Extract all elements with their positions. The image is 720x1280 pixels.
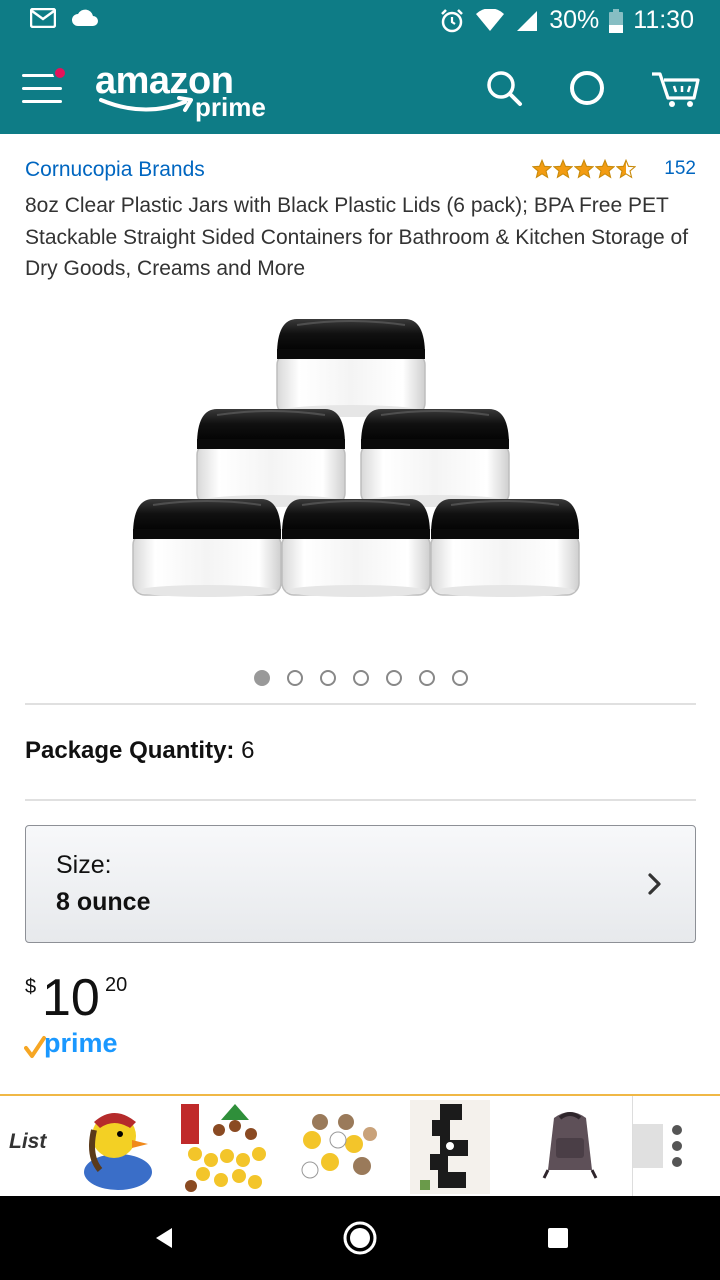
recents-icon[interactable] (538, 1218, 578, 1258)
star-icon (595, 159, 616, 179)
rating[interactable]: 152 (532, 158, 696, 180)
rating-stars (532, 159, 637, 179)
list-thumbnail[interactable] (290, 1100, 390, 1194)
product-image[interactable] (106, 295, 614, 641)
logo-prime-text: prime (195, 92, 266, 122)
package-quantity: Package Quantity: 6 (25, 737, 254, 765)
price-fraction: 20 (105, 974, 128, 996)
carousel-dot[interactable] (452, 670, 468, 686)
carousel-dot[interactable] (386, 670, 402, 686)
package-quantity-label: Package Quantity: (25, 737, 235, 764)
clock: 11:30 (633, 6, 694, 34)
status-bar: 30% 11:30 (0, 0, 720, 44)
divider (25, 799, 696, 801)
wifi-icon (475, 8, 505, 33)
star-icon (553, 159, 574, 179)
list-more-button[interactable] (632, 1096, 720, 1196)
package-quantity-value: 6 (241, 737, 255, 764)
cart-icon[interactable] (650, 68, 702, 108)
prime-badge: prime (24, 1028, 124, 1065)
star-icon (616, 159, 637, 179)
price-currency: $ (25, 976, 37, 998)
star-icon (532, 159, 553, 179)
price-whole: 10 (42, 969, 100, 1027)
star-icon (574, 159, 595, 179)
size-selector[interactable]: Size: 8 ounce (25, 825, 696, 943)
alexa-icon[interactable] (567, 68, 607, 108)
list-strip: List (0, 1094, 720, 1196)
prime-badge-text: prime (44, 1028, 118, 1058)
size-label: Size: (56, 851, 112, 879)
list-thumbnail[interactable] (175, 1100, 275, 1194)
amazon-prime-logo[interactable]: amazon prime (95, 60, 280, 122)
list-thumbnail[interactable] (410, 1100, 490, 1194)
product-title: 8oz Clear Plastic Jars with Black Plasti… (25, 194, 689, 280)
rating-count: 152 (664, 158, 696, 179)
smile-icon (99, 96, 193, 112)
menu-button[interactable] (22, 66, 68, 110)
app-header: amazon prime (0, 44, 720, 134)
battery-percent: 30% (549, 6, 600, 34)
carousel-dot[interactable] (419, 670, 435, 686)
list-thumbnail[interactable] (70, 1100, 170, 1194)
carousel-dot[interactable] (353, 670, 369, 686)
back-icon[interactable] (146, 1218, 186, 1258)
alarm-icon (439, 8, 465, 34)
brand-link[interactable]: Cornucopia Brands (25, 158, 205, 182)
home-icon[interactable] (340, 1218, 380, 1258)
signal-icon (515, 9, 539, 33)
notification-dot (53, 66, 67, 80)
chevron-right-icon (648, 873, 661, 895)
image-carousel-dots[interactable] (254, 670, 468, 686)
carousel-dot[interactable] (287, 670, 303, 686)
system-nav-bar (0, 1196, 720, 1280)
divider (25, 703, 696, 705)
list-thumbnail[interactable] (520, 1100, 620, 1194)
carousel-dot[interactable] (320, 670, 336, 686)
list-label: List (9, 1130, 47, 1153)
carousel-dot[interactable] (254, 670, 270, 686)
gmail-icon (30, 8, 56, 28)
battery-icon (609, 8, 624, 33)
cloud-icon (70, 8, 100, 28)
size-value: 8 ounce (56, 888, 151, 916)
search-icon[interactable] (484, 68, 524, 108)
